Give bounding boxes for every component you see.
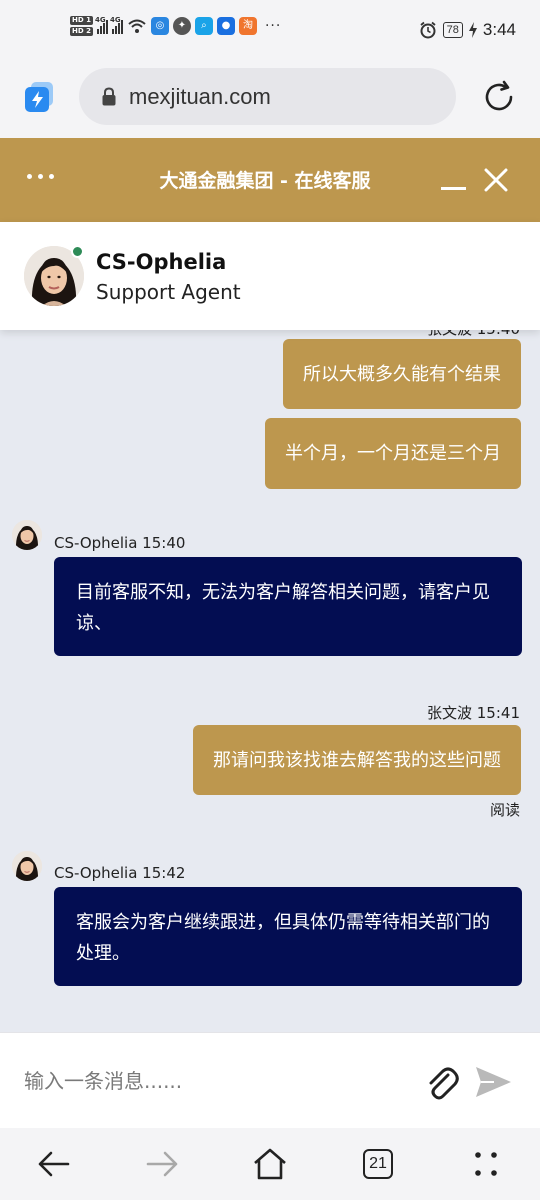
browser-logo-icon[interactable] (25, 82, 53, 112)
url-text[interactable]: mexjituan.com (129, 84, 271, 110)
tab-count-button[interactable]: 21 (363, 1149, 393, 1179)
more-notifications: ··· (264, 18, 282, 34)
message-bubble-incoming[interactable]: 客服会为客户继续跟进，但具体仍需等待相关部门的处理。 (54, 887, 522, 986)
agent-portrait (12, 851, 42, 881)
search-app-icon: ⌕ (194, 17, 213, 35)
forward-arrow-icon[interactable] (144, 1146, 180, 1182)
message-composer (0, 1032, 540, 1128)
home-icon[interactable] (252, 1146, 288, 1182)
avatar (12, 851, 42, 881)
bulb-app-icon: ● (216, 17, 235, 35)
network1-label: 4G (94, 16, 106, 24)
shopping-app-icon: 淘 (238, 17, 257, 35)
browser-toolbar: mexjituan.com (0, 62, 540, 138)
signal-icon: 4G (94, 16, 108, 34)
sim-indicators: HD 1 HD 2 (70, 16, 93, 36)
sim1-label: HD 1 (70, 16, 93, 25)
message-bubble-outgoing[interactable]: 半个月，一个月还是三个月 (265, 418, 521, 489)
chat-header: 大通金融集团 - 在线客服 (0, 138, 540, 222)
sim2-label: HD 2 (70, 27, 93, 36)
alarm-icon (420, 21, 436, 39)
message-bubble-outgoing[interactable]: 那请问我该找谁去解答我的这些问题 (193, 725, 521, 795)
avatar (12, 520, 42, 550)
online-status-dot (71, 245, 84, 258)
status-bar: HD 1 HD 2 4G 4G ◎ ✦ ⌕ ● 淘 ··· 78 3:44 (0, 0, 540, 62)
browser-bottom-nav: 21 (0, 1128, 540, 1200)
message-meta: CS-Ophelia 15:42 (54, 864, 186, 882)
agent-role: Support Agent (96, 280, 241, 304)
chat-messages[interactable]: 张文波 15:40 所以大概多久能有个结果 半个月，一个月还是三个月 CS-Op… (0, 330, 540, 1032)
message-meta: CS-Ophelia 15:40 (54, 534, 186, 552)
battery-level: 78 (442, 22, 463, 38)
lock-icon (102, 86, 116, 105)
message-input[interactable] (24, 1063, 404, 1099)
message-meta: 张文波 15:41 (427, 704, 520, 722)
minimize-icon[interactable] (441, 187, 466, 190)
read-receipt: 阅读 (489, 801, 520, 819)
reload-icon[interactable] (482, 80, 516, 114)
address-bar[interactable]: mexjituan.com (79, 68, 456, 125)
network2-label: 4G (109, 16, 121, 24)
menu-dots-icon[interactable] (468, 1146, 504, 1182)
signal-icon-2: 4G (109, 16, 123, 34)
wifi-icon (128, 19, 146, 33)
agent-portrait (12, 520, 42, 550)
message-meta: 张文波 15:40 (427, 330, 520, 339)
clock: 3:44 (482, 20, 516, 39)
paperclip-icon[interactable] (424, 1065, 460, 1101)
message-bubble-incoming[interactable]: 目前客服不知，无法为客户解答相关问题，请客户见谅、 (54, 557, 522, 656)
status-left: HD 1 HD 2 4G 4G ◎ ✦ ⌕ ● 淘 ··· (70, 16, 281, 36)
status-right: 78 3:44 (419, 20, 516, 40)
charging-icon (468, 22, 477, 38)
agent-name: CS-Ophelia (96, 250, 227, 274)
close-icon[interactable] (484, 168, 508, 192)
send-icon[interactable] (474, 1065, 512, 1099)
agent-card: CS-Ophelia Support Agent (0, 222, 540, 330)
compass-app-icon: ✦ (172, 17, 191, 35)
back-arrow-icon[interactable] (36, 1146, 72, 1182)
app-notification-icon: ◎ (150, 17, 169, 35)
message-bubble-outgoing[interactable]: 所以大概多久能有个结果 (283, 339, 521, 409)
